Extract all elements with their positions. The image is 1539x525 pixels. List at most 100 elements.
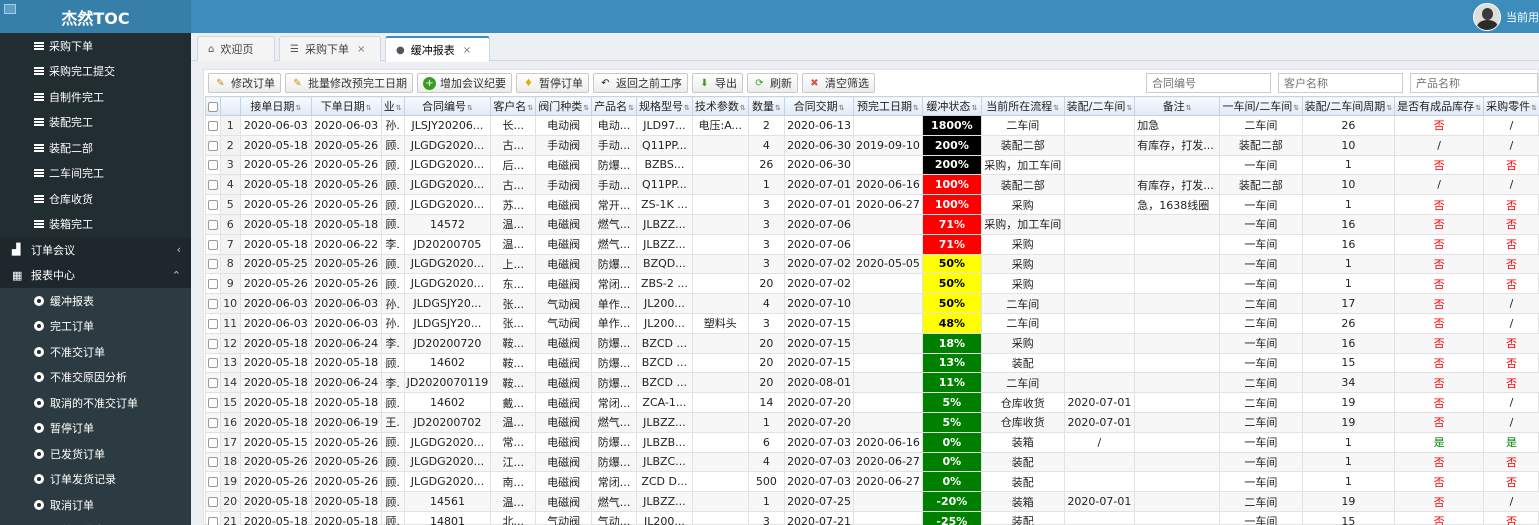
row-select-cell[interactable] <box>205 411 221 433</box>
close-icon[interactable]: × <box>463 45 471 56</box>
table-row[interactable]: 11 2020-06-03 2020-06-03 孙. JLDGSJY20... 张...… <box>205 312 1539 334</box>
table-row[interactable]: 4 2020-05-18 2020-05-26 顾. JLGDG2020... 古... 手… <box>205 174 1539 196</box>
row-checkbox[interactable] <box>207 299 218 310</box>
row-select-cell[interactable] <box>205 293 221 314</box>
sort-icon[interactable]: ⇅ <box>740 104 746 112</box>
sidebar-item-report[interactable]: 缓冲报表 <box>0 288 191 314</box>
sidebar-item-report[interactable]: 订单发货记录 <box>0 467 191 493</box>
sort-icon[interactable]: ⇅ <box>366 104 372 112</box>
sidebar-item[interactable]: 装箱完工 <box>0 212 191 238</box>
row-checkbox[interactable] <box>207 516 218 525</box>
column-header[interactable]: 接单日期⇅ <box>239 96 312 116</box>
sidebar-group-order-meeting[interactable]: ▟ 订单会议 ‹ <box>0 237 191 263</box>
row-select-cell[interactable] <box>205 194 221 215</box>
customer-name-input[interactable] <box>1278 73 1403 93</box>
table-row[interactable]: 5 2020-05-26 2020-05-26 顾. JLGDG2020... 苏... 电… <box>205 194 1539 215</box>
row-checkbox[interactable] <box>207 239 218 250</box>
column-header[interactable]: 采购零件⇅ <box>1483 96 1539 116</box>
sidebar-item[interactable]: 装配完工 <box>0 110 191 136</box>
row-select-cell[interactable] <box>205 233 221 255</box>
sort-icon[interactable]: ⇅ <box>839 104 845 112</box>
row-checkbox[interactable] <box>207 259 218 270</box>
sidebar-item[interactable]: 仓库收货 <box>0 186 191 212</box>
sort-icon[interactable]: ⇅ <box>583 104 589 112</box>
add-meeting-notes-button[interactable]: + 增加会议纪要 <box>417 73 512 93</box>
row-select-cell[interactable] <box>205 471 221 493</box>
row-checkbox[interactable] <box>207 160 218 171</box>
row-select-cell[interactable] <box>205 510 221 525</box>
sort-icon[interactable]: ⇅ <box>295 104 301 112</box>
sidebar-item-report[interactable]: 完工订单 <box>0 314 191 340</box>
sidebar-item[interactable]: 自制件完工 <box>0 84 191 110</box>
table-row[interactable]: 9 2020-05-26 2020-05-26 顾. JLGDG2020... 东... 电… <box>205 273 1539 295</box>
table-row[interactable]: 21 2020-05-18 2020-05-18 顾. 14801 北... 气动阀 气动..… <box>205 510 1539 525</box>
table-row[interactable]: 7 2020-05-18 2020-06-22 李. JD20200705 温... 电磁阀… <box>205 233 1539 255</box>
brand-logo[interactable]: 杰然TOC <box>0 0 191 33</box>
row-checkbox[interactable] <box>207 279 218 290</box>
table-row[interactable]: 14 2020-05-18 2020-06-24 李. JD2020070119 鞍...… <box>205 372 1539 394</box>
column-header[interactable] <box>219 96 241 116</box>
row-checkbox[interactable] <box>207 120 218 131</box>
sort-icon[interactable]: ⇅ <box>1475 104 1481 112</box>
column-header[interactable]: 当前所在流程⇅ <box>980 96 1065 116</box>
table-row[interactable]: 1 2020-06-03 2020-06-03 孙. JLSJY20206... 长...… <box>205 115 1539 136</box>
row-select-cell[interactable] <box>205 213 221 235</box>
table-row[interactable]: 8 2020-05-25 2020-05-26 顾. JLGDG2020... 上... 电… <box>205 253 1539 275</box>
user-menu[interactable]: 当前用 <box>1473 0 1539 33</box>
column-header[interactable]: 数量⇅ <box>747 96 786 116</box>
row-checkbox[interactable] <box>207 338 218 349</box>
row-select-cell[interactable] <box>205 174 221 196</box>
column-header[interactable]: 一车间/二车间⇅ <box>1219 96 1303 116</box>
export-button[interactable]: ⬇ 导出 <box>692 73 743 93</box>
sort-icon[interactable]: ⇅ <box>1293 104 1299 112</box>
column-header[interactable]: 装配/二车间⇅ <box>1063 96 1136 116</box>
row-select-cell[interactable] <box>205 312 221 334</box>
table-row[interactable]: 2 2020-05-18 2020-05-26 顾. JLGDG2020... 古... 手… <box>205 134 1539 156</box>
edit-order-button[interactable]: ✎ 修改订单 <box>208 73 281 93</box>
row-checkbox[interactable] <box>207 378 218 389</box>
row-checkbox[interactable] <box>207 219 218 230</box>
row-select-cell[interactable] <box>205 352 221 374</box>
column-header[interactable]: 阀门种类⇅ <box>535 96 593 116</box>
table-row[interactable]: 18 2020-05-26 2020-05-26 顾. JLGDG2020... 江...… <box>205 451 1539 473</box>
row-select-cell[interactable] <box>205 154 221 176</box>
sort-icon[interactable]: ⇅ <box>913 104 919 112</box>
row-select-cell[interactable] <box>205 431 221 453</box>
table-row[interactable]: 3 2020-05-26 2020-05-26 顾. JLGDG2020... 后... 电… <box>205 154 1539 176</box>
sidebar-toggle-icon[interactable] <box>4 4 16 14</box>
sort-icon[interactable]: ⇅ <box>1186 104 1192 112</box>
refresh-button[interactable]: ⟳ 刷新 <box>747 73 798 93</box>
table-row[interactable]: 6 2020-05-18 2020-05-18 顾. 14572 温... 电磁阀 燃气...… <box>205 213 1539 235</box>
row-select-cell[interactable] <box>205 491 221 512</box>
sort-icon[interactable]: ⇅ <box>1531 104 1537 112</box>
row-checkbox[interactable] <box>207 140 218 151</box>
sidebar-item-report[interactable]: 不准交原因分析 <box>0 365 191 391</box>
column-header[interactable] <box>205 96 221 116</box>
row-checkbox[interactable] <box>207 477 218 488</box>
tab-purchase-order[interactable]: ☰ 采购下单 × <box>279 36 381 61</box>
sort-icon[interactable]: ⇅ <box>971 104 977 112</box>
sidebar-item-report[interactable]: 取消订单 <box>0 492 191 518</box>
sort-icon[interactable]: ⇅ <box>684 104 690 112</box>
sidebar-item-report[interactable]: 取消的不准交订单 <box>0 390 191 416</box>
sort-icon[interactable]: ⇅ <box>1386 104 1392 112</box>
column-header[interactable]: 客户名⇅ <box>490 96 537 116</box>
batch-edit-date-button[interactable]: ✎ 批量修改预完工日期 <box>285 73 413 93</box>
row-checkbox[interactable] <box>207 318 218 329</box>
column-header[interactable]: 技术参数⇅ <box>691 96 749 116</box>
row-select-cell[interactable] <box>205 253 221 275</box>
sort-icon[interactable]: ⇅ <box>1053 104 1059 112</box>
row-checkbox[interactable] <box>207 417 218 428</box>
pause-order-button[interactable]: ♦ 暂停订单 <box>516 73 589 93</box>
row-checkbox[interactable] <box>207 457 218 468</box>
sidebar-item-report[interactable]: 不准交订单 <box>0 339 191 365</box>
sidebar-item[interactable]: 二车间完工 <box>0 161 191 187</box>
column-header[interactable]: 预完工日期⇅ <box>853 96 923 116</box>
sidebar-item[interactable]: 采购完工提交 <box>0 59 191 85</box>
clear-filter-button[interactable]: ✖ 清空筛选 <box>802 73 875 93</box>
sidebar-item-report[interactable]: 暂停订单 <box>0 416 191 442</box>
sidebar-group-report-center[interactable]: ▦ 报表中心 ⌃ <box>0 262 191 288</box>
row-select-cell[interactable] <box>205 273 221 295</box>
contract-no-input[interactable] <box>1146 73 1271 93</box>
table-row[interactable]: 13 2020-05-18 2020-05-18 顾. 14602 鞍... 电磁阀 防爆..… <box>205 352 1539 374</box>
